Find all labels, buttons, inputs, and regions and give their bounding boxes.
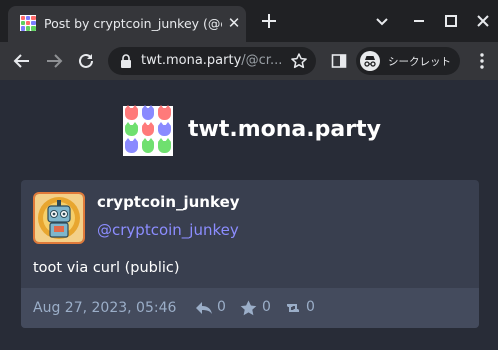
tab-search-chevron-down-icon[interactable] [372,11,392,31]
site-header: twt.mona.party [0,80,498,180]
back-arrow-icon[interactable] [12,51,32,71]
display-name[interactable]: cryptcoin_junkey [97,193,240,211]
avatar[interactable] [33,192,85,244]
window-close-icon[interactable] [473,11,493,31]
tab-close-icon[interactable]: ✕ [227,14,241,32]
maximize-icon[interactable] [441,11,461,31]
site-name[interactable]: twt.mona.party [188,117,381,142]
lock-icon[interactable] [120,54,132,68]
reply-count-value: 0 [217,299,226,315]
incognito-label: シークレット [388,56,451,68]
retweet-icon [287,304,299,312]
logo-cat-7 [141,138,155,153]
side-panel-icon[interactable] [331,53,347,69]
tab-title: Post by cryptcoin_junkey (@cryptcoin_jun… [44,16,222,31]
status-card[interactable]: cryptcoin_junkey @cryptcoin_junkey toot … [21,180,479,328]
reblog-count-value: 0 [306,299,315,315]
status-footer: Aug 27, 2023, 05:46 0 0 0 [21,288,479,328]
vertical-dots-menu-icon[interactable] [474,52,490,70]
robot-avatar-icon [35,194,83,242]
reload-icon[interactable] [76,51,96,71]
status-timestamp[interactable]: Aug 27, 2023, 05:46 [33,300,176,316]
account-handle[interactable]: @cryptcoin_junkey [97,221,239,239]
bookmark-star-icon[interactable] [290,52,308,70]
browser-tab-strip: Post by cryptcoin_junkey (@cryptcoin_jun… [0,0,498,42]
url-text[interactable]: twt.mona.party/@cr... [141,53,291,68]
status-content: toot via curl (public) [33,260,180,276]
favourite-count-value: 0 [262,299,271,315]
browser-toolbar: twt.mona.party/@cr... シークレット [0,42,498,80]
browser-tab[interactable]: Post by cryptcoin_junkey (@cryptcoin_jun… [8,6,246,42]
forward-arrow-icon[interactable] [44,51,64,71]
url-path: /@cr... [241,53,283,68]
address-bar[interactable]: twt.mona.party/@cr... [108,47,316,75]
logo-cat-1 [141,105,155,120]
star-icon [240,300,257,316]
reply-all-icon [196,302,212,314]
url-host: twt.mona.party [141,53,242,68]
logo-cat-5 [158,121,171,137]
site-logo[interactable] [123,105,173,156]
logo-cat-4 [141,121,155,137]
logo-cat-3 [125,121,138,137]
new-tab-plus-icon[interactable] [259,11,279,31]
incognito-icon [360,51,380,71]
logo-cat-6 [125,138,138,153]
logo-cat-2 [158,105,171,120]
incognito-indicator[interactable]: シークレット [356,47,460,75]
minimize-icon[interactable] [409,11,429,31]
logo-cat-8 [158,138,171,153]
logo-cat-0 [125,105,138,120]
site-favicon [20,15,36,31]
